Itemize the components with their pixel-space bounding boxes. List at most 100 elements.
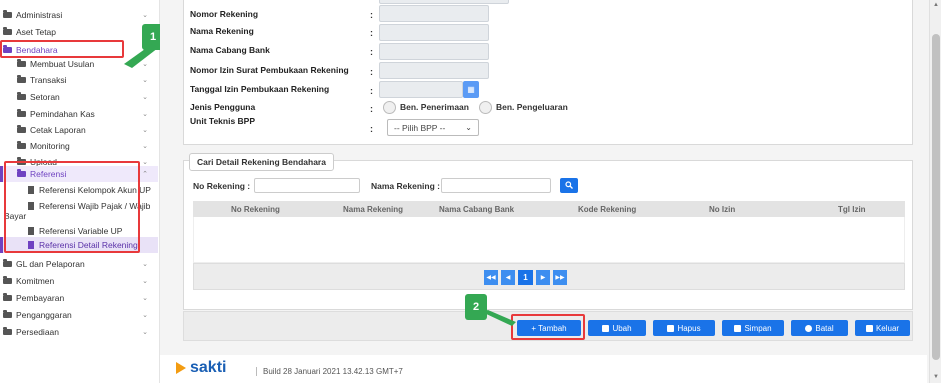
nomor-rekening-input[interactable] (379, 5, 489, 22)
col-no-rekening[interactable]: No Rekening (231, 205, 280, 214)
main-content: Nomor Rekening : Nama Rekening : Nama Ca… (160, 0, 927, 350)
rekening-form: Nomor Rekening : Nama Rekening : Nama Ca… (183, 0, 913, 145)
colon: : (370, 124, 373, 134)
ubah-button[interactable]: Ubah (588, 320, 646, 336)
scrollbar[interactable]: ▲ ▼ (929, 0, 941, 383)
first-page-icon[interactable]: ◀◀ (484, 270, 498, 285)
fieldset-title: Cari Detail Rekening Bendahara (189, 153, 334, 171)
nomor-izin-input[interactable] (379, 62, 489, 79)
batal-button[interactable]: Batal (791, 320, 848, 336)
chevron-down-icon: ⌄ (142, 278, 148, 285)
tanggal-izin-input[interactable] (379, 81, 463, 98)
nama-cabang-bank-input[interactable] (379, 43, 489, 60)
logo-arrow-icon (176, 362, 186, 374)
nama-rekening-input[interactable] (379, 24, 489, 41)
simpan-button[interactable]: Simpan (722, 320, 784, 336)
chevron-down-icon: ⌄ (142, 94, 148, 101)
chevron-down-icon: ⌄ (142, 12, 148, 19)
sidebar-item-gl-pelaporan[interactable]: GL dan Pelaporan ⌄ (0, 256, 158, 272)
exit-icon (865, 324, 873, 332)
radio-ben-pengeluaran[interactable] (478, 100, 492, 114)
colon: : (370, 86, 373, 96)
scroll-thumb[interactable] (932, 34, 940, 360)
brand-footer: sakti Build 28 Januari 2021 13.42.13 GMT… (160, 355, 927, 383)
col-kode-rekening[interactable]: Kode Rekening (578, 205, 636, 214)
pagination: ◀◀ ◀ 1 ▶ ▶▶ (193, 263, 905, 290)
label-unit-teknis: Unit Teknis BPP (190, 116, 256, 126)
sidebar-item-administrasi[interactable]: Administrasi ⌄ (0, 7, 158, 23)
label-nomor-izin: Nomor Izin Surat Pembukaan Rekening (190, 65, 349, 75)
sidebar-item-aset-tetap[interactable]: Aset Tetap⌄ (0, 24, 158, 40)
folder-icon (17, 75, 26, 83)
prev-page-icon[interactable]: ◀ (501, 270, 515, 285)
chevron-down-icon: ⌄ (142, 127, 148, 134)
sidebar-item-pemindahan-kas[interactable]: Pemindahan Kas ⌄ (0, 106, 158, 122)
save-icon (734, 324, 742, 332)
no-rekening-search-input[interactable] (254, 178, 360, 193)
annotation-box-bendahara (0, 40, 124, 58)
sidebar-item-persediaan[interactable]: Persediaan ⌄ (0, 324, 158, 340)
arrow-annotation (124, 44, 158, 68)
folder-icon (17, 125, 26, 133)
top-input-partial[interactable] (379, 0, 509, 4)
colon: : (370, 28, 373, 38)
folder-icon (3, 327, 12, 335)
folder-icon (3, 27, 12, 35)
folder-icon (3, 276, 12, 284)
search-button[interactable] (560, 178, 578, 193)
colon: : (370, 67, 373, 77)
bpp-select[interactable]: -- Pilih BPP -- ⌄ (387, 119, 479, 136)
next-page-icon[interactable]: ▶ (536, 270, 550, 285)
last-page-icon[interactable]: ▶▶ (553, 270, 567, 285)
annotation-box-referensi (4, 161, 140, 253)
chevron-down-icon: ⌄ (142, 329, 148, 336)
build-info: Build 28 Januari 2021 13.42.13 GMT+7 (256, 367, 403, 376)
scroll-up-icon[interactable]: ▲ (933, 2, 939, 8)
folder-icon (17, 59, 26, 67)
hapus-button[interactable]: Hapus (653, 320, 715, 336)
folder-icon (17, 92, 26, 100)
chevron-down-icon: ⌄ (142, 312, 148, 319)
edit-icon (602, 324, 610, 332)
chevron-down-icon: ⌄ (142, 261, 148, 268)
active-indicator (0, 237, 3, 253)
table-body (193, 217, 905, 263)
col-nama-rekening[interactable]: Nama Rekening (343, 205, 403, 214)
scroll-down-icon[interactable]: ▼ (933, 374, 939, 380)
col-nama-cabang-bank[interactable]: Nama Cabang Bank (439, 205, 514, 214)
sidebar-item-setoran[interactable]: Setoran ⌄ (0, 89, 158, 105)
trash-icon (667, 324, 675, 332)
chevron-down-icon: ⌄ (142, 295, 148, 302)
active-indicator (0, 166, 3, 182)
folder-icon (17, 141, 26, 149)
colon: : (370, 47, 373, 57)
sidebar-item-komitmen[interactable]: Komitmen ⌄ (0, 273, 158, 289)
chevron-down-icon: ⌄ (142, 111, 148, 118)
sakti-logo: sakti (176, 359, 226, 377)
chevron-up-icon: ⌃ (142, 171, 148, 178)
col-tgl-izin[interactable]: Tgl Izin (838, 205, 866, 214)
sidebar-item-transaksi[interactable]: Transaksi ⌄ (0, 72, 158, 88)
folder-icon (3, 259, 12, 267)
keluar-button[interactable]: Keluar (855, 320, 910, 336)
folder-icon (3, 310, 12, 318)
sidebar-item-penganggaran[interactable]: Penganggaran ⌄ (0, 307, 158, 323)
current-page[interactable]: 1 (518, 270, 533, 285)
chevron-down-icon: ⌄ (142, 143, 148, 150)
calendar-icon[interactable]: ▦ (463, 81, 479, 98)
sidebar-item-monitoring[interactable]: Monitoring ⌄ (0, 138, 158, 154)
chevron-down-icon: ⌄ (142, 77, 148, 84)
colon: : (370, 10, 373, 20)
sidebar-item-cetak-laporan[interactable]: Cetak Laporan ⌄ (0, 122, 158, 138)
radio-ben-penerimaan[interactable] (383, 100, 396, 114)
nama-rekening-search-input[interactable] (441, 178, 551, 193)
folder-icon (3, 293, 12, 301)
folder-icon (17, 109, 26, 117)
label-nama-cabang-bank: Nama Cabang Bank (190, 45, 270, 55)
label-nama-rekening: Nama Rekening (190, 26, 254, 36)
chevron-down-icon: ⌄ (142, 159, 148, 166)
label-nama-rekening-search: Nama Rekening : (371, 181, 440, 191)
sidebar-item-pembayaran[interactable]: Pembayaran ⌄ (0, 290, 158, 306)
col-no-izin[interactable]: No Izin (709, 205, 735, 214)
label-tanggal-izin: Tanggal Izin Pembukaan Rekening (190, 84, 330, 94)
